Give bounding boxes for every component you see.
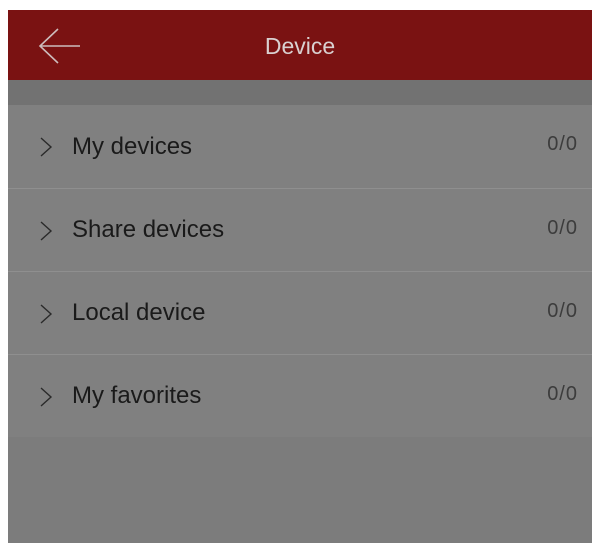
list-item-share-devices[interactable]: Share devices 0/0 (8, 188, 592, 271)
list-item-my-devices[interactable]: My devices 0/0 (8, 105, 592, 188)
device-count: 0/0 (547, 217, 578, 239)
top-bar: Device (8, 10, 592, 80)
chevron-right-icon (40, 137, 53, 157)
list-item-label: My devices (72, 133, 193, 160)
list-item-label: Share devices (72, 216, 225, 243)
chevron-right-icon (40, 221, 53, 241)
list-item-label: My favorites (72, 382, 202, 409)
chevron-right-icon (40, 387, 53, 407)
device-count: 0/0 (547, 383, 578, 405)
list-item-my-favorites[interactable]: My favorites 0/0 (8, 354, 592, 437)
section-spacer (8, 80, 592, 105)
device-count: 0/0 (547, 133, 578, 155)
device-group-list: My devices 0/0 Share devices 0/0 Local d… (8, 105, 592, 437)
device-count: 0/0 (547, 300, 578, 322)
app-screen: Device My devices 0/0 Share devices 0/0 … (8, 10, 592, 543)
list-item-label: Local device (72, 299, 206, 326)
chevron-right-icon (40, 304, 53, 324)
page-title: Device (264, 33, 336, 59)
list-item-local-device[interactable]: Local device 0/0 (8, 271, 592, 354)
